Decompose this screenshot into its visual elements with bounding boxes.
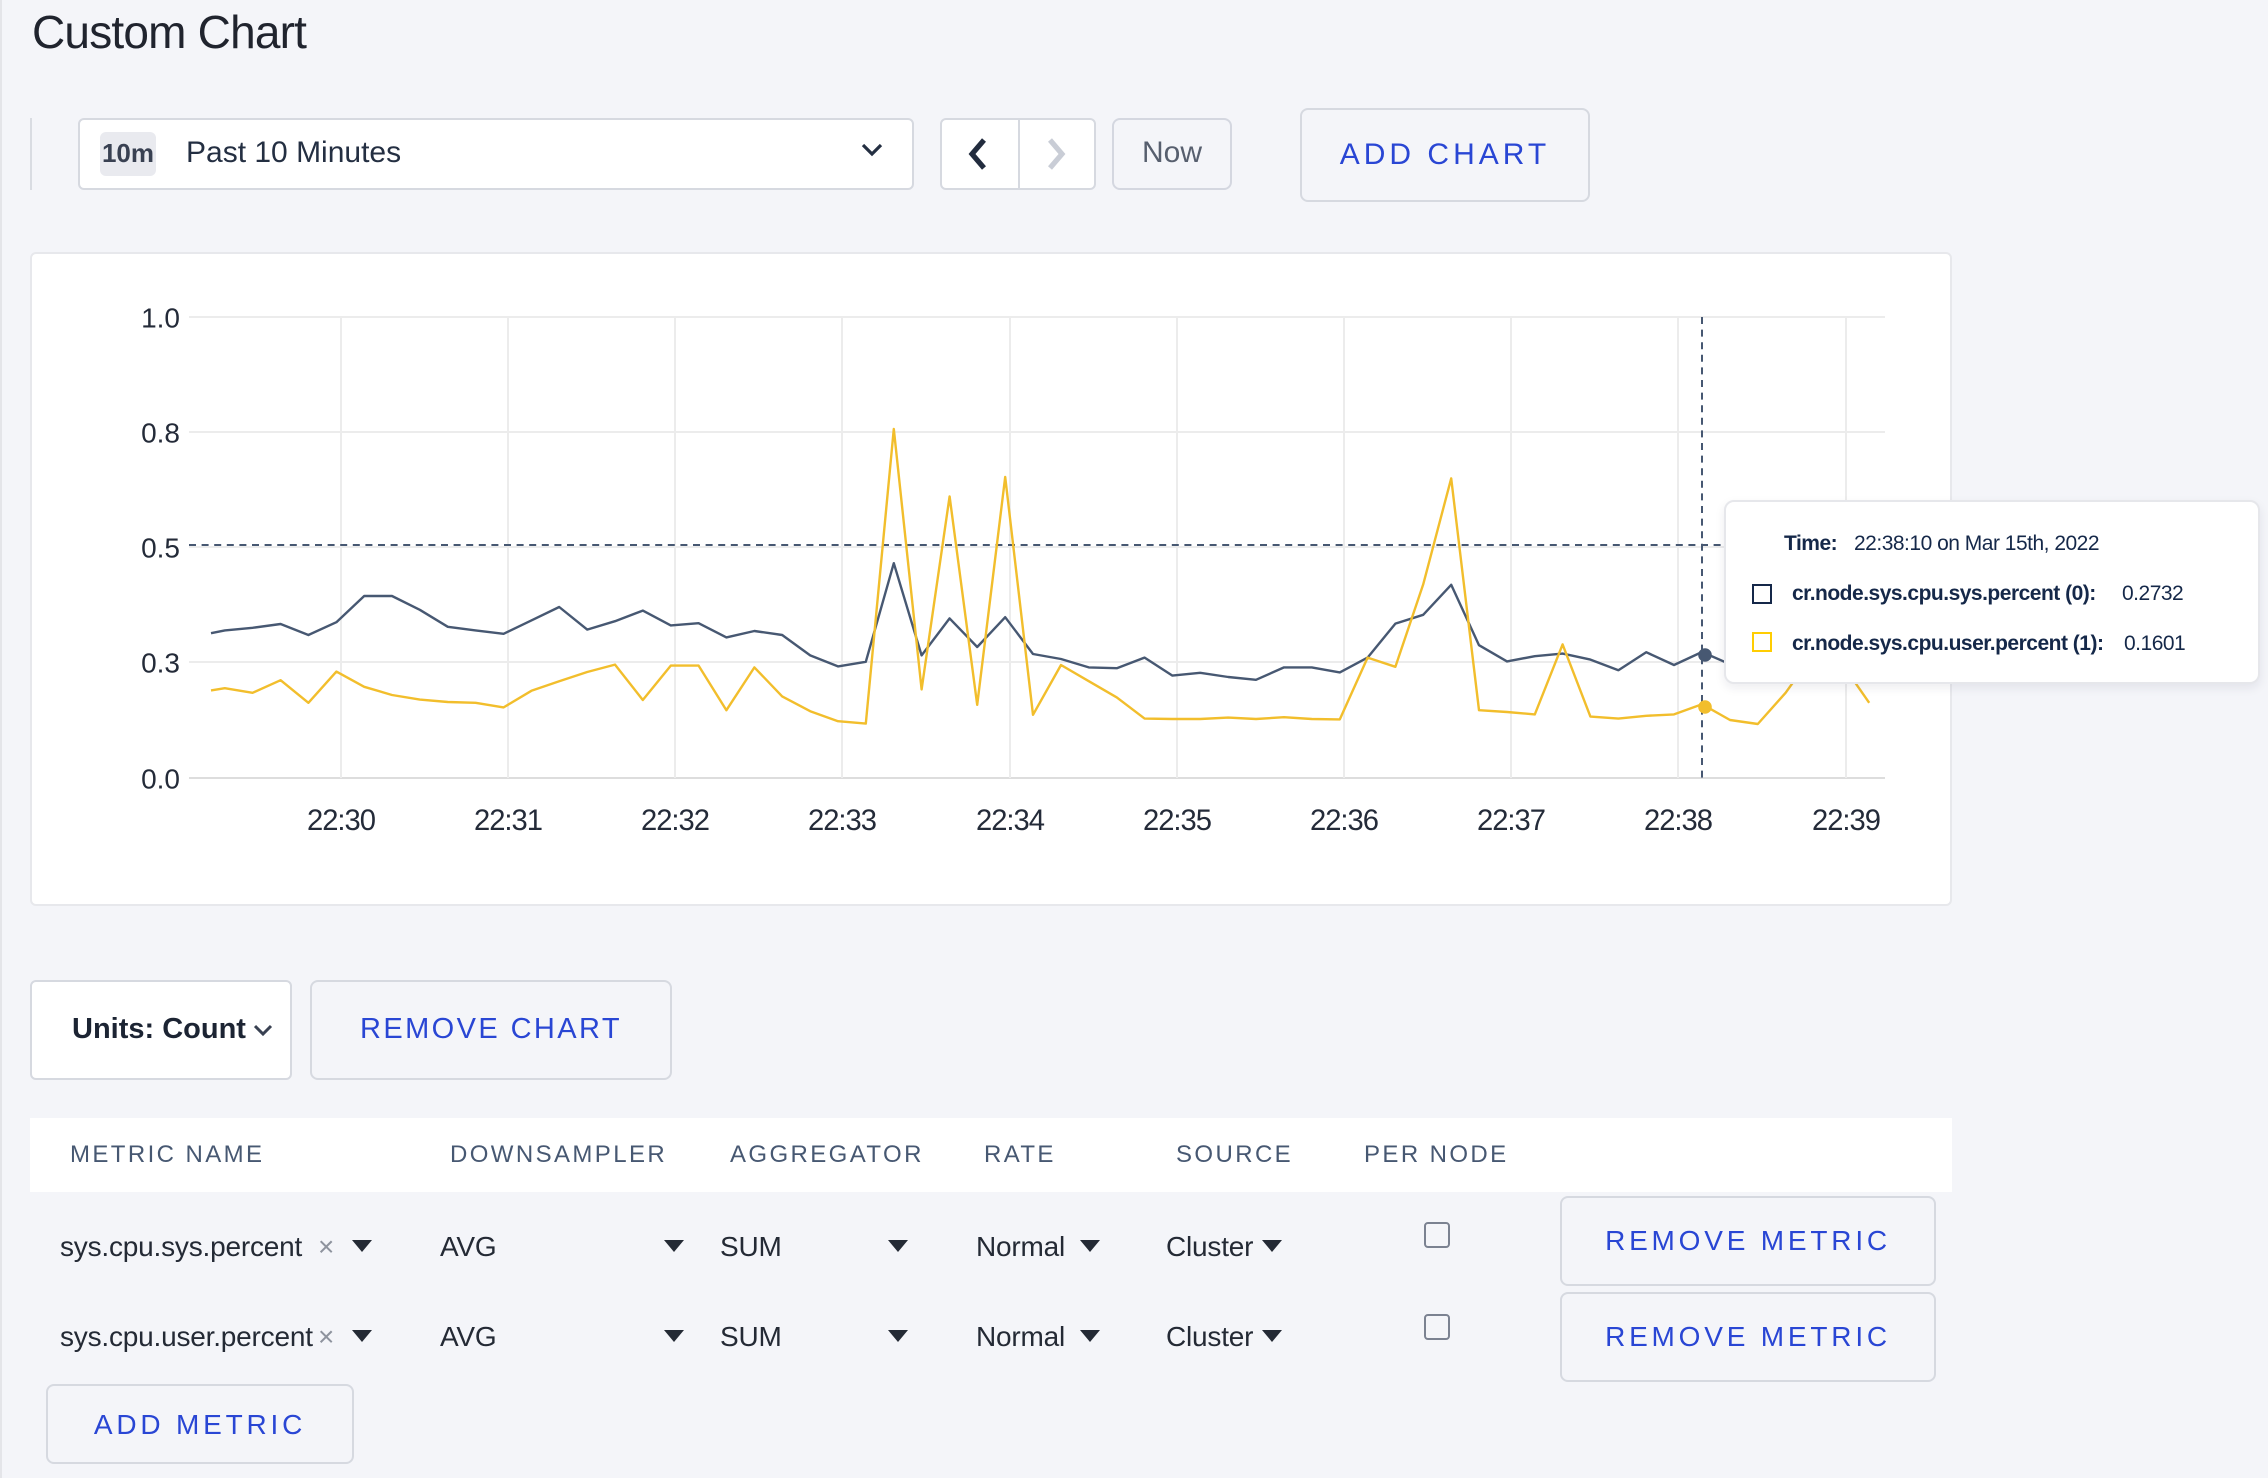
svg-text:22:38: 22:38 <box>1644 804 1712 836</box>
svg-text:22:33: 22:33 <box>808 804 876 836</box>
svg-text:22:35: 22:35 <box>1143 804 1211 836</box>
svg-text:0.8: 0.8 <box>141 417 180 448</box>
svg-text:22:32: 22:32 <box>641 804 709 836</box>
svg-text:0.0: 0.0 <box>141 763 180 794</box>
svg-text:0.5: 0.5 <box>141 532 180 563</box>
svg-text:22:36: 22:36 <box>1310 804 1378 836</box>
svg-text:22:37: 22:37 <box>1477 804 1545 836</box>
svg-text:22:39: 22:39 <box>1812 804 1880 836</box>
svg-text:22:31: 22:31 <box>474 804 542 836</box>
svg-text:0.3: 0.3 <box>141 647 180 678</box>
svg-text:1.0: 1.0 <box>141 302 180 333</box>
svg-text:22:30: 22:30 <box>307 804 376 836</box>
svg-text:22:34: 22:34 <box>976 804 1045 836</box>
